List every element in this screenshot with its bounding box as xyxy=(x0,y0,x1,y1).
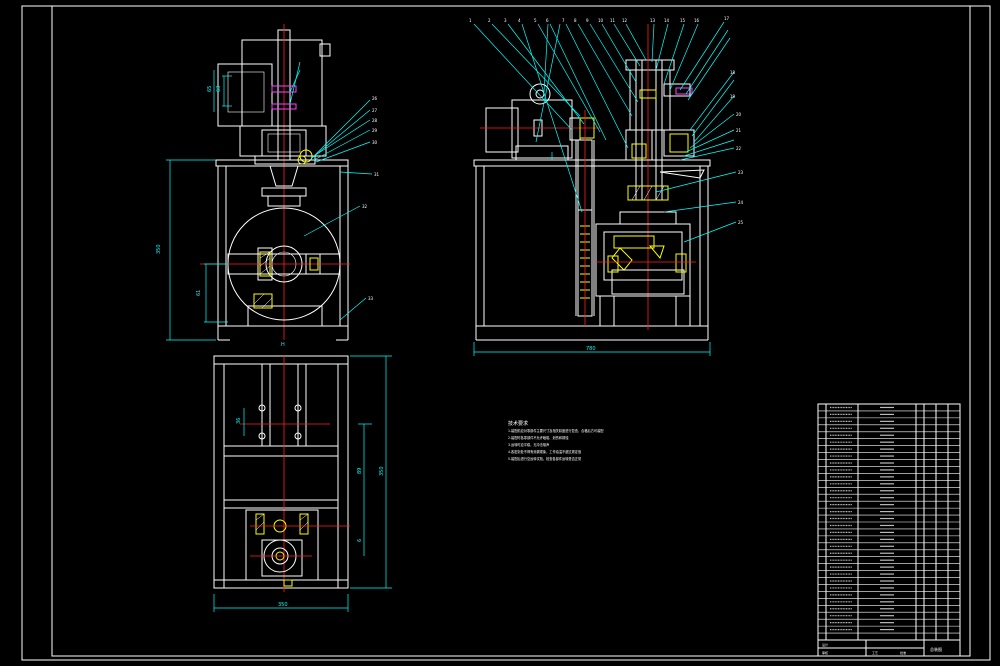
dim-top-right-a: 89 xyxy=(357,468,363,474)
svg-text:31: 31 xyxy=(374,172,380,177)
svg-text:1: 1 xyxy=(469,18,472,23)
svg-text:18: 18 xyxy=(730,70,736,75)
title-label-2: 审核 xyxy=(822,650,828,655)
svg-text:11: 11 xyxy=(610,18,616,23)
svg-text:28: 28 xyxy=(372,118,378,123)
front-view: 350 61 63 65 H xyxy=(156,24,373,348)
dim-pump-height: 61 xyxy=(196,290,202,296)
cad-drawing-canvas: 350 61 63 65 H 350 350 36 89 6 780 1 2 3… xyxy=(21,5,991,661)
tech-req-line-5: 5.装配后进行空运转试验，检查各部件运转是否正常 xyxy=(508,456,581,461)
svg-text:24: 24 xyxy=(738,200,744,205)
drawing-name: 总装图 xyxy=(930,646,942,652)
dim-top-left: 36 xyxy=(236,418,242,424)
dim-top-width: 350 xyxy=(278,602,288,608)
svg-text:20: 20 xyxy=(736,112,742,117)
title-label-1: 设计 xyxy=(822,642,828,647)
svg-text:4: 4 xyxy=(518,18,521,23)
svg-text:25: 25 xyxy=(738,220,744,225)
svg-text:5: 5 xyxy=(534,18,537,23)
title-label-4: 批准 xyxy=(900,650,906,655)
inner-frame xyxy=(51,5,971,657)
svg-text:27: 27 xyxy=(372,108,378,113)
svg-text:32: 32 xyxy=(362,204,368,209)
dim-top-height: 350 xyxy=(379,466,385,476)
svg-text:33: 33 xyxy=(368,296,374,301)
tech-req-line-3: 3.运转时应平稳，无冲击噪声 xyxy=(508,442,549,447)
outer-frame xyxy=(21,5,991,661)
svg-text:13: 13 xyxy=(650,18,656,23)
svg-text:17: 17 xyxy=(724,16,730,21)
dim-motor-h2: 65 xyxy=(207,86,213,92)
dim-centre: H xyxy=(281,342,285,348)
svg-text:10: 10 xyxy=(598,18,604,23)
svg-text:21: 21 xyxy=(736,128,742,133)
svg-text:22: 22 xyxy=(736,146,742,151)
svg-text:8: 8 xyxy=(574,18,577,23)
svg-text:23: 23 xyxy=(738,170,744,175)
dim-top-right-b: 6 xyxy=(357,539,363,542)
top-view: 350 350 36 89 6 xyxy=(213,355,392,612)
svg-text:19: 19 xyxy=(730,94,736,99)
side-view: 780 xyxy=(473,21,737,356)
svg-text:2: 2 xyxy=(488,18,491,23)
svg-text:14: 14 xyxy=(664,18,670,23)
dim-side-width: 780 xyxy=(586,346,596,352)
title-block: 总装图 设计 审核 工艺 批准 xyxy=(817,639,961,657)
svg-text:6: 6 xyxy=(546,18,549,23)
svg-text:15: 15 xyxy=(680,18,686,23)
svg-text:26: 26 xyxy=(372,96,378,101)
dim-motor-h1: 63 xyxy=(216,86,222,92)
svg-text:29: 29 xyxy=(372,128,378,133)
dim-front-height: 350 xyxy=(156,244,162,254)
tech-req-heading: 技术要求 xyxy=(508,420,528,427)
tech-req-line-1: 1.装配前应对零部件主要尺寸及相关精度进行复查，合格后方可装配 xyxy=(508,428,604,433)
parts-list-table xyxy=(817,403,961,641)
svg-text:3: 3 xyxy=(504,18,507,23)
svg-text:9: 9 xyxy=(586,18,589,23)
svg-text:16: 16 xyxy=(694,18,700,23)
svg-text:30: 30 xyxy=(372,140,378,145)
tech-req-line-2: 2.装配时各零部件不允许磕碰、划伤和锈蚀 xyxy=(508,435,569,440)
title-label-3: 工艺 xyxy=(872,650,878,655)
svg-text:12: 12 xyxy=(622,18,628,23)
svg-text:7: 7 xyxy=(562,18,565,23)
technical-requirements: 技术要求 1.装配前应对零部件主要尺寸及相关精度进行复查，合格后方可装配 2.装… xyxy=(508,420,604,461)
tech-req-line-4: 4.各密封处不得有渗漏现象，工作油温不超过规定值 xyxy=(508,449,582,454)
